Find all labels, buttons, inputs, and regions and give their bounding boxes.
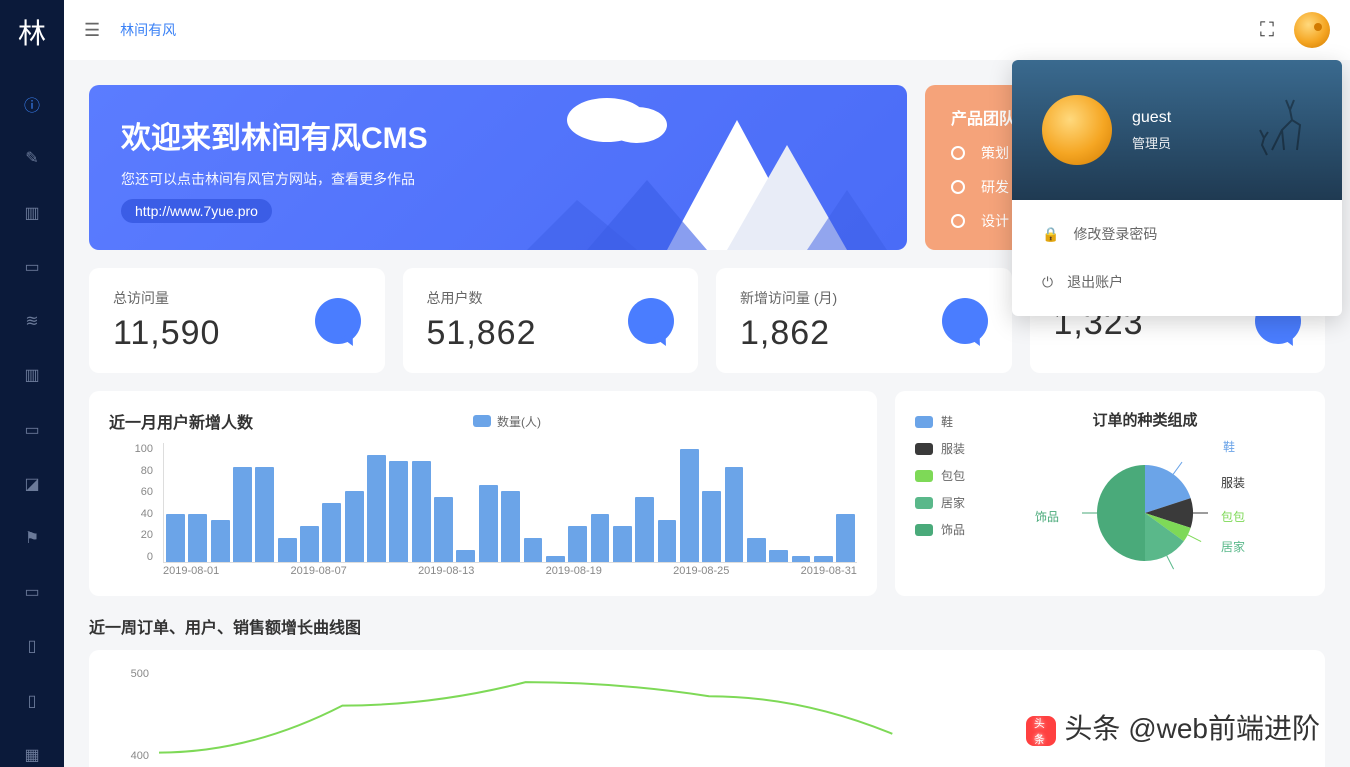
avatar-large (1042, 95, 1112, 165)
nav-info-icon[interactable]: ⓘ (16, 92, 48, 116)
nav-doc-icon[interactable]: ▭ (16, 255, 48, 279)
change-password-item[interactable]: 🔒 修改登录密码 (1012, 210, 1342, 258)
item-label: 退出账户 (1067, 272, 1123, 292)
team-role: 策划 (981, 143, 1009, 163)
bubble-icon (628, 298, 674, 344)
logout-item[interactable]: ⏻ 退出账户 (1012, 258, 1342, 306)
nav-flag-icon[interactable]: ⚑ (16, 526, 48, 550)
sidebar: 林 ⓘ ✎ ▥ ▭ ≋ ▥ ▭ ◪ ⚑ ▭ ▯ ▯ ▦ (0, 0, 64, 767)
dropdown-header: guest 管理员 (1012, 60, 1342, 200)
bar-plot (163, 443, 857, 563)
y-axis: 100806040200 (109, 443, 159, 563)
pie-label: 包包 (1221, 508, 1245, 525)
stat-value: 1,862 (740, 314, 837, 353)
welcome-url[interactable]: http://www.7yue.pro (121, 199, 272, 223)
stat-label: 新增访问量 (月) (740, 288, 837, 308)
y-axis: 500400 (109, 668, 149, 762)
nav-edit-icon[interactable]: ✎ (16, 146, 48, 170)
nav-chart-icon[interactable]: ▥ (16, 200, 48, 224)
pie-card: 鞋服装包包居家饰品 订单的种类组成 鞋 服装 包包 居家 饰品 (895, 391, 1325, 596)
bubble-icon (942, 298, 988, 344)
team-role: 研发 (981, 177, 1009, 197)
breadcrumb[interactable]: 林间有风 (120, 20, 176, 40)
nav-stack-icon[interactable]: ≋ (16, 309, 48, 333)
bubble-icon (315, 298, 361, 344)
nav-bars-icon[interactable]: ▥ (16, 363, 48, 387)
bar-chart-title: 近一月用户新增人数 (109, 409, 253, 433)
pie-label: 饰品 (1035, 508, 1059, 525)
watermark-text: 头条 @web前端进阶 (1064, 713, 1320, 744)
watermark-icon (1026, 716, 1056, 746)
pie-label: 鞋 (1223, 438, 1235, 455)
nav-grid-icon[interactable]: ▦ (16, 743, 48, 767)
pie-legend: 鞋服装包包居家饰品 (915, 409, 965, 578)
topbar: ☰ 林间有风 ⛶ (64, 0, 1350, 60)
nav-book-icon[interactable]: ▭ (16, 417, 48, 441)
user-dropdown: guest 管理员 🔒 修改登录密码 ⏻ 退出账户 (1012, 60, 1342, 316)
pie-label: 居家 (1221, 538, 1245, 555)
nav-notebook2-icon[interactable]: ▯ (16, 689, 48, 713)
nav-notebook-icon[interactable]: ▯ (16, 634, 48, 658)
power-icon: ⏻ (1042, 274, 1053, 291)
menu-toggle-icon[interactable]: ☰ (84, 20, 100, 41)
pie-chart: 鞋 服装 包包 居家 饰品 (1065, 438, 1225, 578)
bullet-icon (951, 214, 965, 228)
stat-card: 总用户数 51,862 (403, 268, 699, 373)
legend-swatch (473, 415, 491, 427)
legend-label: 数量(人) (497, 413, 541, 430)
stat-value: 11,590 (113, 314, 220, 353)
deer-silhouette-icon (1242, 90, 1322, 170)
team-role: 设计 (981, 211, 1009, 231)
bullet-icon (951, 180, 965, 194)
bar-chart-card: 近一月用户新增人数 数量(人) 100806040200 2019-08-012… (89, 391, 877, 596)
line-chart-title: 近一周订单、用户、销售额增长曲线图 (89, 614, 1325, 638)
bullet-icon (951, 146, 965, 160)
bar-chart: 100806040200 2019-08-012019-08-072019-08… (109, 443, 857, 583)
nav-open-book-icon[interactable]: ▭ (16, 580, 48, 604)
user-role: 管理员 (1132, 133, 1171, 152)
x-axis: 2019-08-012019-08-072019-08-132019-08-19… (163, 565, 857, 583)
item-label: 修改登录密码 (1073, 224, 1157, 244)
stat-label: 总用户数 (427, 288, 537, 308)
fullscreen-icon[interactable]: ⛶ (1260, 19, 1274, 42)
avatar[interactable] (1294, 12, 1330, 48)
pie-label: 服装 (1221, 474, 1245, 491)
stat-card: 新增访问量 (月) 1,862 (716, 268, 1012, 373)
nav-wallet-icon[interactable]: ◪ (16, 472, 48, 496)
mountains-illustration (527, 90, 887, 250)
lock-icon: 🔒 (1042, 226, 1059, 243)
bar-chart-legend: 数量(人) (473, 413, 541, 430)
pie-chart-title: 订单的种类组成 (985, 409, 1305, 430)
stat-label: 总访问量 (113, 288, 220, 308)
stat-card: 总访问量 11,590 (89, 268, 385, 373)
logo: 林 (18, 12, 46, 52)
welcome-card: 欢迎来到林间有风CMS 您还可以点击林间有风官方网站，查看更多作品 http:/… (89, 85, 907, 250)
user-name: guest (1132, 109, 1171, 127)
stat-value: 51,862 (427, 314, 537, 353)
watermark: 头条 @web前端进阶 (1026, 707, 1320, 747)
